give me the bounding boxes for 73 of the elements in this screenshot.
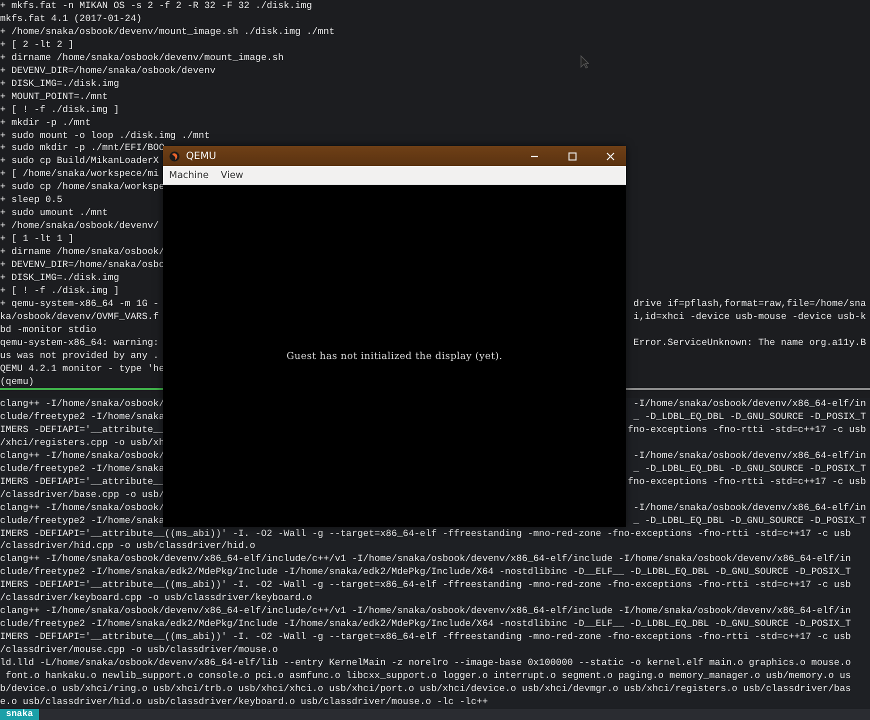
terminal-line: clude/freetype2 -I/home/snaka/edk2/MdePkg/Include -I/home/snaka/edk2/MdePkg/Include/X64 -nostdlibinc -D__ELF__ -D_LDBL_EQ_DBL -D_GNU_SOURCE -D_POSIX_T [0, 618, 851, 632]
terminal-line: + [ ! -f ./disk.img ] [0, 284, 120, 298]
terminal-line: + /home/snaka/osbook/devenv/ [0, 220, 159, 234]
terminal-line: clang++ -I/home/snaka/osbook/devenv/x86_64-elf/include/c++/v1 -I/home/snaka/osbook/devenv/x86_64-elf/include -I/home/snaka/osbook/devenv/x86_64-elf/in [0, 553, 851, 566]
terminal-line: + sudo umount ./mnt [0, 207, 108, 220]
terminal-line: IMERS -DEFIAPI='__attribute__((ms_abi))' -I. -O2 -Wall -g --target=x86_64-elf -ffreestanding -mno-red-zone -fno-exceptions -fno-rtti -std=c++17 -c usb [0, 579, 851, 592]
terminal-line: clang++ -I/home/snaka/osbook/ [0, 502, 165, 515]
terminal-line: _ -D_LDBL_EQ_DBL -D_GNU_SOURCE -D_POSIX_T [633, 514, 867, 528]
terminal-line: + sudo cp Build/MikanLoaderX [0, 155, 159, 168]
terminal-line: /classdriver/mouse.cpp -o usb/classdriver/mouse.o [0, 644, 278, 658]
terminal-line: clang++ -I/home/snaka/osbook/ [0, 450, 165, 463]
terminal-line: + [ ! -f ./disk.img ] [0, 104, 120, 117]
display-message: Guest has not initialized the display (yet). [286, 350, 503, 362]
maximize-icon [568, 152, 576, 160]
terminal-line: /classdriver/base.cpp -o usb/ [0, 488, 165, 502]
terminal-line: clang++ -I/home/snaka/osbook/devenv/x86_64-elf/include/c++/v1 -I/home/snaka/osbook/devenv/x86_64-elf/include -I/home/snaka/osbook/devenv/x86_64-elf/in [0, 605, 851, 618]
terminal-line: + DEVENV_DIR=/home/snaka/osbo [0, 259, 165, 272]
terminal-line: clude/freetype2 -I/home/snaka [0, 462, 165, 476]
terminal-line: /classdriver/hid.cpp -o usb/classdriver/hid.o [0, 540, 256, 554]
close-icon [606, 152, 614, 160]
terminal-line: + DISK_IMG=./disk.img [0, 78, 120, 91]
window-title: QEMU [186, 150, 218, 162]
terminal-line: IMERS -DEFIAPI='__attribute__((ms_abi))' -I. -O2 -Wall -g --target=x86_64-elf -ffreestanding -mno-red-zone -fno-exceptions -fno-rtti -std=c++17 -c usb [0, 528, 851, 540]
terminal-line: + sudo mkdir -p ./mnt/EFI/BOO [0, 142, 165, 156]
terminal-line: fno-exceptions -fno-rtti -std=c++17 -c usb [628, 424, 867, 437]
terminal-line: ka/osbook/devenv/OVMF_VARS.f [0, 310, 159, 324]
terminal-line: + mkdir -p ./mnt [0, 116, 91, 130]
terminal-line: -I/home/snaka/osbook/devenv/x86_64-elf/in [633, 450, 867, 463]
terminal-line: + [ /home/snaka/workspece/mi [0, 168, 159, 182]
terminal-line: us was not provided by any . [0, 350, 159, 363]
terminal-line: ld.lld -L/home/snaka/osbook/devenv/x86_64-elf/lib --entry KernelMain -z norelro --image-base 0x100000 --static -o kernel.elf main.o graphics.o mouse.o [0, 657, 851, 670]
terminal-line: drive if=pflash,format=raw,file=/home/sna [633, 298, 867, 311]
terminal-line: + /home/snaka/osbook/devenv/mount_image.sh ./disk.img ./mnt [0, 26, 335, 39]
terminal-line: IMERS -DEFIAPI='__attribute__((ms_abi))' -I. -O2 -Wall -g --target=x86_64-elf -ffreestanding -mno-red-zone -fno-exceptions -fno-rtti -std=c++17 -c usb [0, 631, 851, 644]
terminal-line: IMERS -DEFIAPI='__attribute__ [0, 476, 165, 489]
terminal-line: /classdriver/keyboard.cpp -o usb/classdriver/keyboard.o [0, 592, 312, 606]
session-name: snaka [0, 709, 40, 720]
qemu-logo-icon [169, 150, 180, 162]
terminal-line: -I/home/snaka/osbook/devenv/x86_64-elf/in [633, 398, 867, 411]
terminal-line: Error.ServiceUnknown: The name org.a11y.B [633, 336, 867, 350]
terminal-line: + [ 1 -lt 1 ] [0, 233, 74, 246]
terminal-line: + qemu-system-x86_64 -m 1G - [0, 298, 159, 311]
terminal-line: clude/freetype2 -I/home/snaka/edk2/MdePkg/Include -I/home/snaka/edk2/MdePkg/Include/X64 -nostdlibinc -D__ELF__ -D_LDBL_EQ_DBL -D_GNU_SOURCE -D_POSIX_T [0, 566, 851, 580]
terminal-line: + sleep 0.5 [0, 194, 62, 208]
terminal-line: i,id=xhci -device usb-mouse -device usb-k [633, 310, 867, 324]
terminal-line: font.o hankaku.o newlib_support.o console.o pci.o asmfunc.o libcxx_support.o logger.o interrupt.o segment.o paging.o memory_manager.o usb/memory.o us [4, 670, 851, 683]
terminal-line: + [ 2 -lt 2 ] [0, 38, 74, 52]
terminal-line: (qemu) [0, 376, 34, 389]
terminal-line: -I/home/snaka/osbook/devenv/x86_64-elf/in [633, 502, 867, 515]
terminal-line: + mkfs.fat -n MIKAN OS -s 2 -f 2 -R 32 -F 32 ./disk.img [0, 0, 312, 13]
terminal-line: b/device.o usb/xhci/ring.o usb/xhci/trb.o usb/xhci/xhci.o usb/xhci/port.o usb/xhci/device.o usb/xhci/devmgr.o usb/xhci/registers.o usb/classdriver/bas [0, 682, 851, 696]
terminal-line: e.o usb/classdriver/hid.o usb/classdriver/keyboard.o usb/classdriver/mouse.o -lc -lc++ [0, 696, 488, 709]
menu-item[interactable]: Machine [169, 170, 209, 180]
terminal-line: qemu-system-x86_64: warning: [0, 336, 159, 350]
terminal-line: bd -monitor stdio [0, 324, 96, 337]
terminal-line: _ -D_LDBL_EQ_DBL -D_GNU_SOURCE -D_POSIX_T [633, 462, 867, 476]
terminal-line: + MOUNT_POINT=./mnt [0, 90, 108, 104]
terminal-line: clang++ -I/home/snaka/osbook/ [0, 398, 165, 411]
terminal-line: fno-exceptions -fno-rtti -std=c++17 -c usb [628, 476, 867, 489]
terminal-line: clude/freetype2 -I/home/snaka [0, 514, 165, 528]
terminal-line: _ -D_LDBL_EQ_DBL -D_GNU_SOURCE -D_POSIX_T [633, 410, 867, 424]
terminal-line: + dirname /home/snaka/osbook/ [0, 246, 165, 260]
terminal-line: /xhci/registers.cpp -o usb/xh [0, 436, 165, 450]
terminal-line: mkfs.fat 4.1 (2017-01-24) [0, 12, 142, 26]
terminal-line: + DISK_IMG=./disk.img [0, 272, 120, 285]
terminal-line: IMERS -DEFIAPI='__attribute__ [0, 424, 165, 437]
mouse-cursor-icon [580, 55, 589, 69]
terminal-line: clude/freetype2 -I/home/snaka [0, 410, 165, 424]
terminal-line: + dirname /home/snaka/osbook/devenv/mount_image.sh [0, 52, 284, 65]
menu-item[interactable]: View [220, 170, 244, 180]
terminal-line: + sudo cp /home/snaka/workspe [0, 181, 165, 194]
terminal-line: + DEVENV_DIR=/home/snaka/osbook/devenv [0, 64, 216, 78]
terminal-line: + sudo mount -o loop ./disk.img ./mnt [0, 130, 210, 142]
